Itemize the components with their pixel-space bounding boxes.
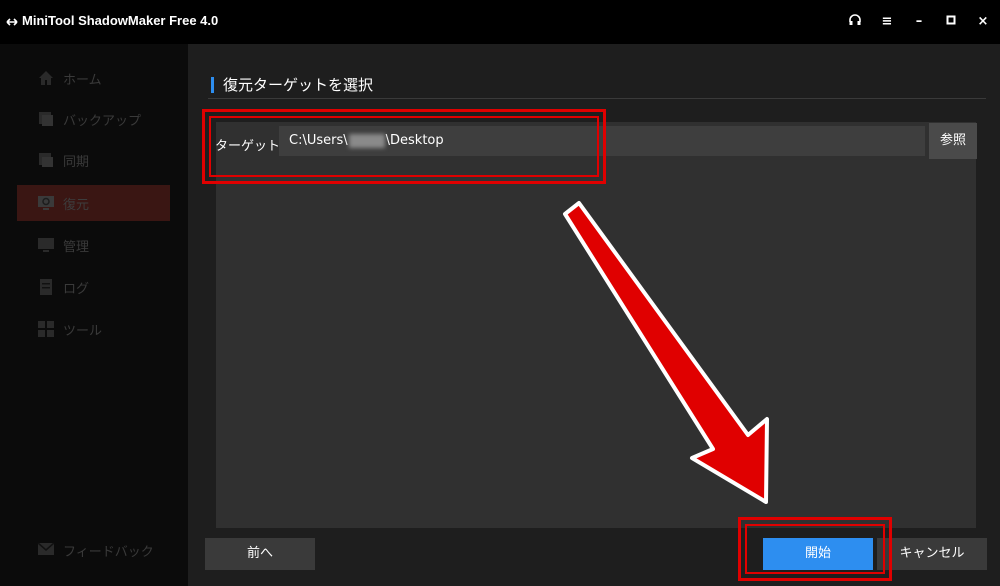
path-prefix: C:\Users\ [289, 133, 348, 148]
backup-icon [39, 112, 53, 126]
sidebar-item-label: 復元 [63, 197, 90, 213]
cancel-button[interactable]: キャンセル [877, 538, 987, 570]
app-title: MiniTool ShadowMaker Free 4.0 [22, 13, 219, 28]
title-bar: MiniTool ShadowMaker Free 4.0 ≡ – × [0, 0, 1000, 44]
minimize-icon[interactable]: – [910, 13, 928, 31]
page-title: 復元ターゲットを選択 [223, 76, 374, 94]
section-divider [208, 98, 986, 99]
sidebar-item-label: ログ [63, 281, 90, 297]
sidebar-item-label: 同期 [63, 154, 90, 170]
manage-icon [38, 238, 54, 252]
mail-icon [37, 542, 55, 555]
sidebar-item-backup[interactable]: バックアップ [17, 101, 170, 137]
home-icon [39, 71, 53, 85]
target-panel [216, 122, 976, 528]
headphones-icon[interactable] [846, 13, 864, 31]
sidebar-item-restore[interactable]: 復元 [17, 185, 170, 221]
redacted-username [348, 133, 385, 148]
browse-button[interactable]: 参照 [929, 123, 977, 159]
sidebar-item-label: ホーム [63, 72, 102, 88]
sidebar-item-label: 管理 [63, 239, 90, 255]
start-button[interactable]: 開始 [763, 538, 873, 570]
sidebar: ホーム バックアップ 同期 復元 管理 ログ ツール フィードバック [0, 44, 188, 586]
target-label: ターゲット: [215, 139, 285, 154]
maximize-icon[interactable] [942, 13, 960, 31]
sidebar-item-tools[interactable]: ツール [17, 311, 170, 347]
menu-icon[interactable]: ≡ [878, 13, 896, 31]
path-suffix: \Desktop [385, 133, 444, 148]
target-path-field[interactable]: C:\Users\ \Desktop [279, 126, 925, 156]
tools-icon [38, 321, 54, 337]
sync-icon [39, 153, 53, 167]
feedback-label: フィードバック [63, 545, 154, 560]
sidebar-item-manage[interactable]: 管理 [17, 227, 170, 263]
main-panel: 復元ターゲットを選択 ターゲット: C:\Users\ \Desktop 参照 前… [188, 44, 1000, 586]
sidebar-item-sync[interactable]: 同期 [17, 142, 170, 178]
sidebar-item-label: バックアップ [63, 113, 142, 129]
section-accent-bar [211, 77, 214, 93]
back-button[interactable]: 前へ [205, 538, 315, 570]
close-icon[interactable]: × [974, 13, 992, 31]
log-icon [40, 279, 52, 295]
sidebar-item-home[interactable]: ホーム [17, 60, 170, 96]
restore-icon [38, 196, 54, 210]
sidebar-item-log[interactable]: ログ [17, 269, 170, 305]
feedback-link[interactable]: フィードバック [17, 538, 170, 562]
sidebar-item-label: ツール [63, 323, 103, 339]
app-logo-icon [6, 18, 18, 26]
